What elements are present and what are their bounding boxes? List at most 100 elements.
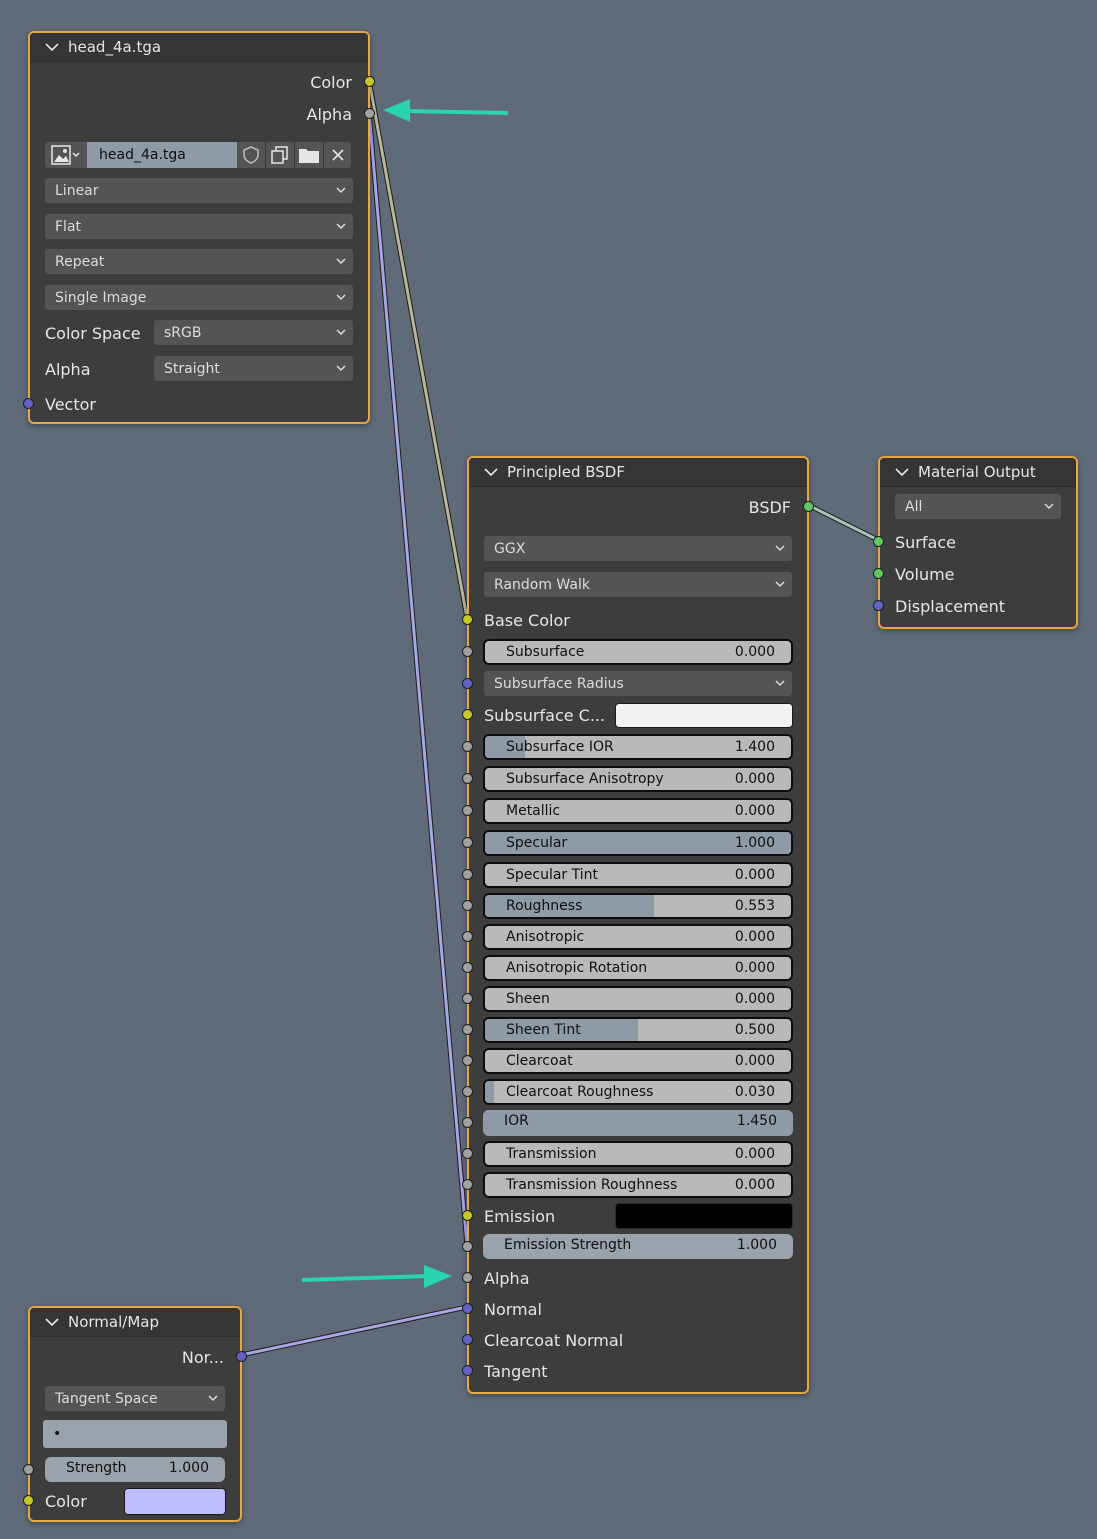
image-icon — [51, 145, 80, 165]
anisotropic-rotation-slider[interactable]: Anisotropic Rotation 0.000 — [483, 955, 793, 981]
input-ior-socket[interactable] — [462, 1117, 473, 1128]
emission-color-swatch[interactable] — [615, 1203, 793, 1229]
node-header[interactable]: Normal/Map — [30, 1308, 240, 1337]
chevron-down-icon — [775, 545, 785, 552]
input-normal-socket[interactable] — [462, 1303, 473, 1314]
slider-label: Subsurface Anisotropy — [506, 771, 664, 787]
input-subsurface-ior-socket[interactable] — [462, 741, 473, 752]
shield-icon — [243, 146, 259, 164]
transmission-slider[interactable]: Transmission 0.000 — [483, 1141, 793, 1167]
chevron-down-icon — [336, 294, 346, 301]
render-target-dropdown[interactable]: All — [895, 494, 1061, 519]
input-clearcoat-normal-row: Clearcoat Normal — [484, 1326, 623, 1354]
input-specular-tint-socket[interactable] — [462, 869, 473, 880]
emission-strength-slider[interactable]: Emission Strength 1.000 — [483, 1234, 793, 1259]
uv-map-field[interactable]: • — [43, 1420, 227, 1448]
normal-color-swatch[interactable] — [124, 1488, 226, 1515]
new-image-button[interactable] — [265, 142, 294, 168]
input-anisotropic-rotation-socket[interactable] — [462, 962, 473, 973]
distribution-dropdown[interactable]: GGX — [484, 536, 792, 561]
principled-bsdf-node[interactable]: Principled BSDF BSDF GGX Random Walk Bas… — [462, 456, 814, 1394]
node-header[interactable]: head_4a.tga — [30, 33, 368, 62]
input-specular-socket[interactable] — [462, 837, 473, 848]
specular-slider[interactable]: Specular 1.000 — [483, 830, 793, 856]
input-color-socket[interactable] — [23, 1495, 34, 1506]
image-name-field[interactable]: head_4a.tga — [87, 142, 237, 168]
input-tangent-socket[interactable] — [462, 1365, 473, 1376]
subsurface-method-dropdown[interactable]: Random Walk — [484, 572, 792, 597]
node-header[interactable]: Principled BSDF — [469, 458, 807, 487]
anisotropic-slider[interactable]: Anisotropic 0.000 — [483, 924, 793, 950]
input-subsurface-radius-socket[interactable] — [462, 678, 473, 689]
node-header[interactable]: Material Output — [880, 458, 1076, 487]
collapse-chevron-icon[interactable] — [40, 35, 64, 59]
collapse-chevron-icon[interactable] — [40, 1310, 64, 1334]
strength-slider[interactable]: Strength 1.000 — [45, 1457, 225, 1482]
input-subsurface-color-label: Subsurface C... — [484, 705, 606, 725]
input-clearcoat-roughness-socket[interactable] — [462, 1086, 473, 1097]
input-subsurface-color-socket[interactable] — [462, 709, 473, 720]
input-roughness-socket[interactable] — [462, 900, 473, 911]
input-alpha-socket[interactable] — [462, 1272, 473, 1283]
transmission-roughness-slider[interactable]: Transmission Roughness 0.000 — [483, 1172, 793, 1198]
sheen-slider[interactable]: Sheen 0.000 — [483, 986, 793, 1012]
output-alpha-socket[interactable] — [364, 108, 375, 119]
roughness-slider[interactable]: Roughness 0.553 — [483, 893, 793, 919]
input-tangent-row: Tangent — [484, 1357, 547, 1385]
unlink-image-button[interactable] — [323, 142, 351, 168]
input-vector-socket[interactable] — [23, 398, 34, 409]
input-base-color-socket[interactable] — [462, 614, 473, 625]
input-clearcoat-normal-socket[interactable] — [462, 1334, 473, 1345]
output-color-socket[interactable] — [364, 76, 375, 87]
specular-tint-slider[interactable]: Specular Tint 0.000 — [483, 862, 793, 888]
output-bsdf-row: BSDF — [749, 493, 791, 521]
input-strength-socket[interactable] — [23, 1464, 34, 1475]
subsurface-anisotropy-slider[interactable]: Subsurface Anisotropy 0.000 — [483, 766, 793, 792]
color-space-dropdown[interactable]: sRGB — [154, 320, 353, 345]
sheen-tint-slider[interactable]: Sheen Tint 0.500 — [483, 1017, 793, 1043]
collapse-chevron-icon[interactable] — [479, 460, 503, 484]
normal-map-node[interactable]: Normal/Map Nor... Tangent Space • Streng… — [23, 1306, 247, 1522]
input-clearcoat-socket[interactable] — [462, 1055, 473, 1066]
input-sheen-socket[interactable] — [462, 993, 473, 1004]
collapse-chevron-icon[interactable] — [890, 460, 914, 484]
input-emission-socket[interactable] — [462, 1210, 473, 1221]
slider-label: Metallic — [506, 803, 561, 819]
input-surface-socket[interactable] — [873, 536, 884, 547]
clearcoat-roughness-slider[interactable]: Clearcoat Roughness 0.030 — [483, 1079, 793, 1105]
material-output-node[interactable]: Material Output All Surface Volume Displ… — [873, 456, 1078, 629]
input-subsurface-socket[interactable] — [462, 646, 473, 657]
ior-slider[interactable]: IOR 1.450 — [483, 1110, 793, 1136]
image-browse-button[interactable] — [45, 142, 87, 168]
input-emission-row: Emission — [484, 1202, 555, 1230]
input-volume-socket[interactable] — [873, 568, 884, 579]
source-dropdown[interactable]: Single Image — [45, 285, 353, 310]
extension-dropdown[interactable]: Repeat — [45, 249, 353, 274]
subsurface-ior-slider[interactable]: Subsurface IOR 1.400 — [483, 734, 793, 760]
subsurface-color-swatch[interactable] — [615, 703, 793, 728]
normal-space-dropdown[interactable]: Tangent Space — [45, 1386, 225, 1411]
output-bsdf-socket[interactable] — [803, 501, 814, 512]
projection-dropdown[interactable]: Flat — [45, 214, 353, 239]
output-normal-socket[interactable] — [236, 1351, 247, 1362]
input-metallic-socket[interactable] — [462, 805, 473, 816]
input-transmission-socket[interactable] — [462, 1148, 473, 1159]
input-subsurface-anisotropy-socket[interactable] — [462, 773, 473, 784]
open-image-button[interactable] — [294, 142, 323, 168]
clearcoat-slider[interactable]: Clearcoat 0.000 — [483, 1048, 793, 1074]
input-emission-strength-socket[interactable] — [462, 1241, 473, 1252]
fake-user-button[interactable] — [237, 142, 265, 168]
source-value: Single Image — [55, 289, 147, 306]
input-anisotropic-socket[interactable] — [462, 931, 473, 942]
alpha-mode-dropdown[interactable]: Straight — [154, 356, 353, 381]
slider-value: 1.000 — [734, 835, 775, 851]
input-sheen-tint-socket[interactable] — [462, 1024, 473, 1035]
metallic-slider[interactable]: Metallic 0.000 — [483, 798, 793, 824]
input-transmission-roughness-socket[interactable] — [462, 1179, 473, 1190]
subsurface-radius-dropdown[interactable]: Subsurface Radius — [484, 671, 792, 696]
subsurface-slider[interactable]: Subsurface 0.000 — [483, 639, 793, 665]
input-displacement-socket[interactable] — [873, 600, 884, 611]
projection-value: Flat — [55, 218, 82, 235]
interpolation-dropdown[interactable]: Linear — [45, 178, 353, 203]
image-texture-node[interactable]: head_4a.tga Color Alpha head_4a.tga Line… — [23, 31, 375, 424]
